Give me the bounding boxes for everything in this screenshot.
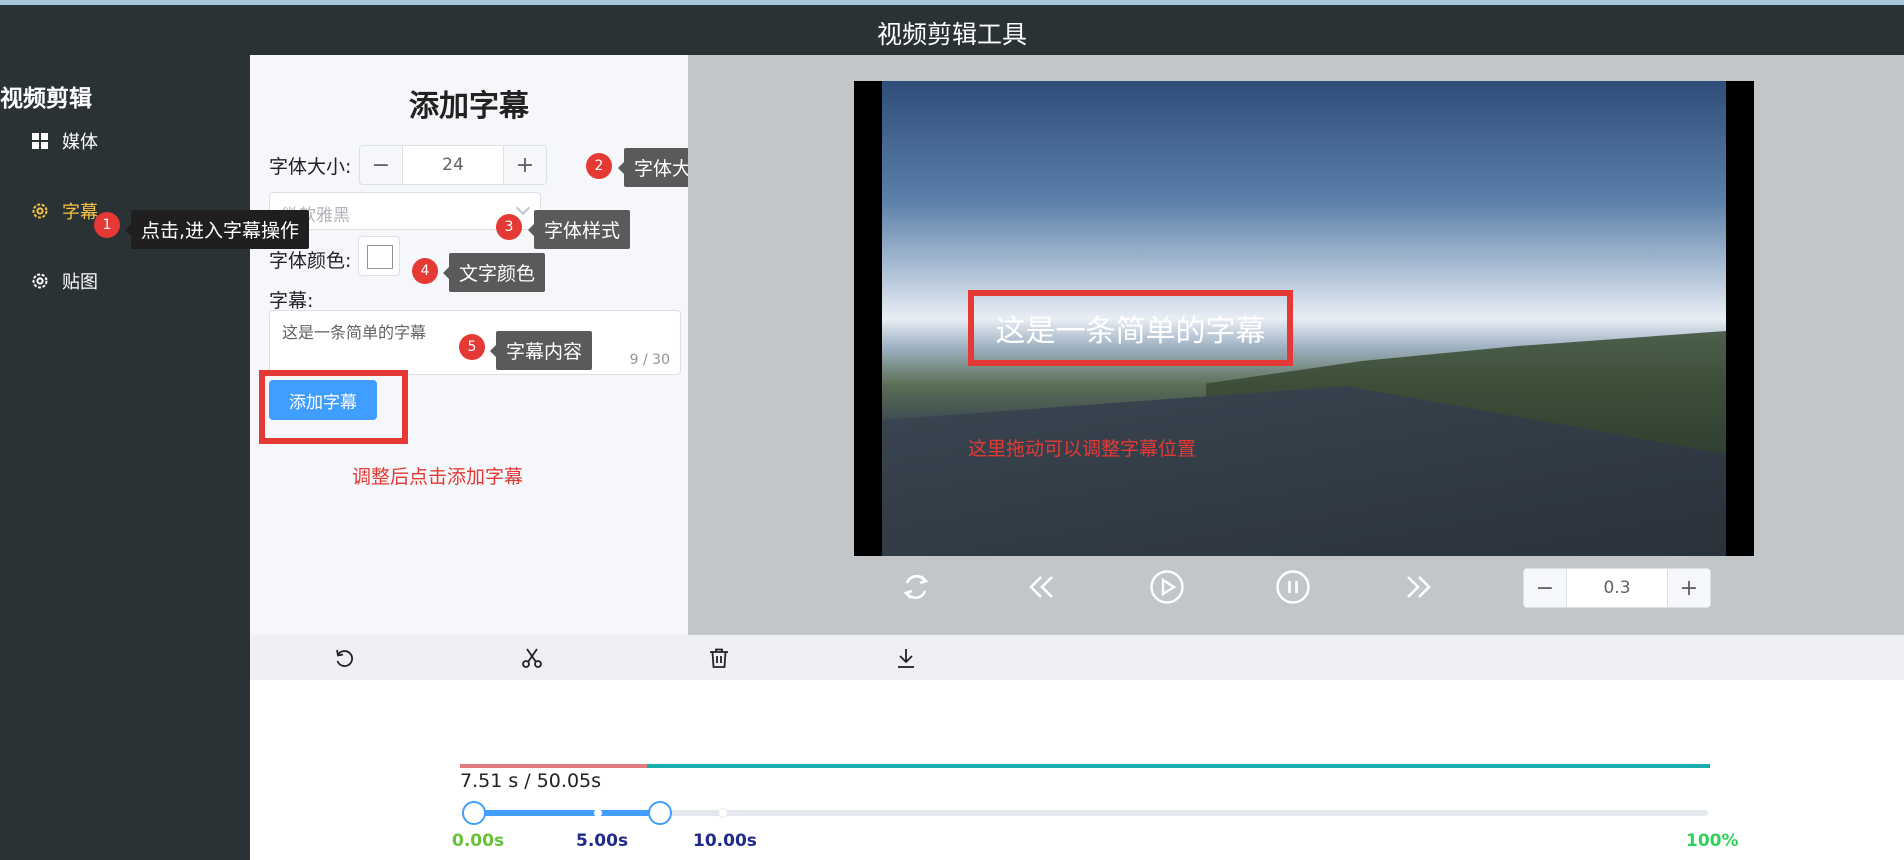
callout-badge: 4 [412,258,438,284]
font-size-label: 字体大小: [269,156,352,178]
undo-icon[interactable] [329,643,359,673]
sidebar: 视频剪辑 媒体 字幕 贴图 [0,55,250,860]
speed-input[interactable]: 0.3 [1566,569,1668,607]
font-color-label: 字体颜色: [269,250,352,272]
gear-icon [30,271,50,291]
scissors-icon[interactable] [517,643,547,673]
char-count: 9 / 30 [629,352,670,368]
slider-stop [719,809,727,817]
callout-tooltip: 文字颜色 [442,253,546,292]
increase-button[interactable]: + [504,146,546,184]
add-hint: 调整后点击添加字幕 [352,466,524,488]
font-color-picker[interactable] [358,236,400,276]
callout-badge: 3 [496,214,522,240]
font-size-input[interactable]: 24 [402,146,504,184]
timeline-mark: 5.00s [576,831,629,851]
slider-stop [594,809,602,817]
chevron-down-icon [515,200,531,216]
timeline-mark: 0.00s [452,831,505,851]
rewind-icon[interactable] [1022,567,1062,607]
subtitle-text: 这是一条简单的字幕 [282,323,427,342]
speed-stepper[interactable]: − 0.3 + [1523,568,1711,608]
time-readout: 7.51 s / 50.05s [460,770,602,792]
callout-tooltip: 点击,进入字幕操作 [124,210,310,249]
grid-icon [30,131,50,151]
trash-icon[interactable] [704,643,734,673]
pause-icon[interactable] [1273,567,1313,607]
callout-badge: 1 [94,212,120,238]
font-size-stepper[interactable]: − 24 + [359,145,547,185]
subtitle-label: 字幕: [269,290,314,312]
sidebar-item-label: 字幕 [62,202,98,223]
sidebar-brand: 视频剪辑 [0,86,92,112]
slider-handle-start[interactable] [462,801,486,825]
panel-title: 添加字幕 [409,89,529,124]
sidebar-item-media[interactable]: 媒体 [30,128,98,154]
replay-icon[interactable] [896,567,936,607]
drag-hint: 这里拖动可以调整字幕位置 [968,438,1197,460]
sidebar-item-subtitle[interactable]: 字幕 [30,198,98,224]
fast-forward-icon[interactable] [1398,567,1438,607]
timeline-mark: 100% [1686,831,1739,851]
sidebar-item-label: 媒体 [62,132,98,153]
app-title: 视频剪辑工具 [876,20,1027,49]
color-swatch [367,245,393,269]
app-header: 视频剪辑工具 [0,0,1904,55]
progress-played [460,764,647,768]
range-slider-fill [474,810,660,816]
progress-remaining[interactable] [647,764,1710,768]
increase-button[interactable]: + [1668,569,1710,607]
editing-toolbar [250,635,1904,680]
sidebar-item-label: 贴图 [62,272,98,293]
callout-badge: 5 [459,334,485,360]
gear-icon [30,201,50,221]
callout-tooltip: 字幕内容 [489,331,593,370]
play-icon[interactable] [1147,567,1187,607]
callout-tooltip: 字体样式 [527,210,631,249]
timeline-mark: 10.00s [693,831,757,851]
callout-badge: 2 [586,153,612,179]
decrease-button[interactable]: − [360,146,402,184]
decrease-button[interactable]: − [1524,569,1566,607]
sidebar-item-sticker[interactable]: 贴图 [30,268,98,294]
add-subtitle-button[interactable]: 添加字幕 [269,380,377,420]
slider-handle-end[interactable] [648,801,672,825]
subtitle-overlay[interactable]: 这是一条简单的字幕 [968,290,1293,366]
download-icon[interactable] [891,643,921,673]
